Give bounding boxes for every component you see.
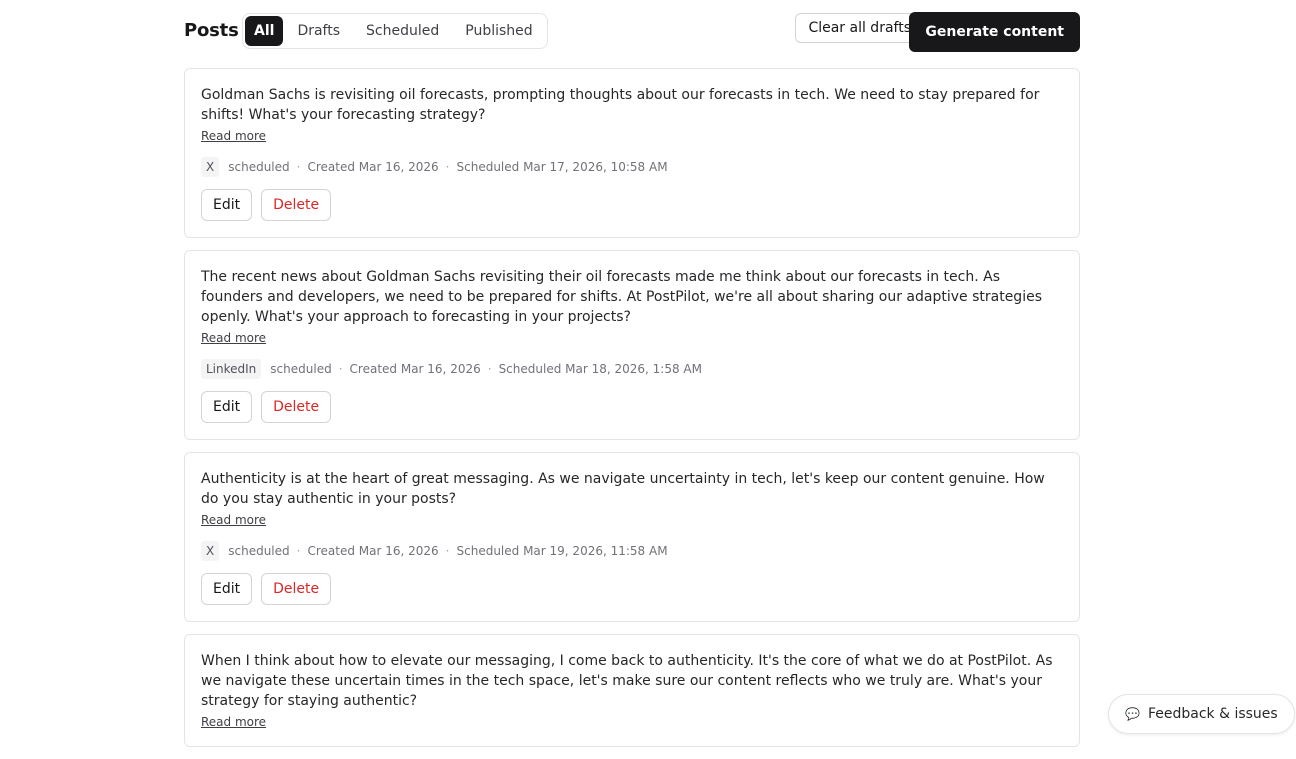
platform-badge: X xyxy=(201,157,220,177)
read-more-link[interactable]: Read more xyxy=(201,331,266,345)
scheduled-date: Scheduled Mar 18, 2026, 1:58 AM xyxy=(498,362,702,376)
feedback-button[interactable]: 💬 Feedback & issues xyxy=(1108,694,1295,734)
post-card: The recent news about Goldman Sachs revi… xyxy=(184,250,1080,440)
platform-badge: X xyxy=(201,541,220,561)
post-card: When I think about how to elevate our me… xyxy=(184,634,1080,747)
read-more-link[interactable]: Read more xyxy=(201,715,266,729)
tab-all[interactable]: All xyxy=(245,16,284,46)
scheduled-date: Scheduled Mar 19, 2026, 11:58 AM xyxy=(456,544,668,558)
read-more-link[interactable]: Read more xyxy=(201,513,266,527)
status-text: scheduled xyxy=(228,544,290,558)
page-title: Posts xyxy=(184,20,239,41)
created-date: Created Mar 16, 2026 xyxy=(307,544,439,558)
delete-button[interactable]: Delete xyxy=(261,391,332,423)
edit-button[interactable]: Edit xyxy=(201,573,253,605)
scheduled-date: Scheduled Mar 17, 2026, 10:58 AM xyxy=(456,160,668,174)
chat-bubble-icon: 💬 xyxy=(1125,707,1140,721)
post-filter-tabs: All Drafts Scheduled Published xyxy=(242,13,548,49)
feedback-label: Feedback & issues xyxy=(1147,706,1278,722)
post-text: The recent news about Goldman Sachs revi… xyxy=(201,269,1042,325)
post-text: When I think about how to elevate our me… xyxy=(201,653,1053,709)
status-text: scheduled xyxy=(228,160,290,174)
post-text: Authenticity is at the heart of great me… xyxy=(201,471,1045,507)
clear-all-drafts-button[interactable]: Clear all drafts xyxy=(795,13,924,43)
edit-button[interactable]: Edit xyxy=(201,391,253,423)
delete-button[interactable]: Delete xyxy=(261,189,332,221)
post-actions: Edit Delete xyxy=(201,391,1063,423)
tab-published[interactable]: Published xyxy=(453,16,544,46)
page-header: Posts All Drafts Scheduled Published Cle… xyxy=(184,0,1080,68)
meta-separator: · xyxy=(445,160,450,174)
meta-separator: · xyxy=(338,362,343,376)
created-date: Created Mar 16, 2026 xyxy=(307,160,439,174)
edit-button[interactable]: Edit xyxy=(201,189,253,221)
post-meta: X scheduled · Created Mar 16, 2026 · Sch… xyxy=(201,157,1063,177)
post-card: Goldman Sachs is revisiting oil forecast… xyxy=(184,68,1080,238)
generate-content-button[interactable]: Generate content xyxy=(909,12,1080,52)
read-more-link[interactable]: Read more xyxy=(201,129,266,143)
post-meta: X scheduled · Created Mar 16, 2026 · Sch… xyxy=(201,541,1063,561)
meta-separator: · xyxy=(296,160,301,174)
post-actions: Edit Delete xyxy=(201,573,1063,605)
meta-separator: · xyxy=(296,544,301,558)
tab-scheduled[interactable]: Scheduled xyxy=(354,16,451,46)
meta-separator: · xyxy=(487,362,492,376)
delete-button[interactable]: Delete xyxy=(261,573,332,605)
status-text: scheduled xyxy=(270,362,332,376)
meta-separator: · xyxy=(445,544,450,558)
post-meta: LinkedIn scheduled · Created Mar 16, 202… xyxy=(201,359,1063,379)
created-date: Created Mar 16, 2026 xyxy=(349,362,481,376)
post-card: Authenticity is at the heart of great me… xyxy=(184,452,1080,622)
platform-badge: LinkedIn xyxy=(201,359,262,379)
main-content: Posts All Drafts Scheduled Published Cle… xyxy=(184,0,1080,759)
tab-drafts[interactable]: Drafts xyxy=(285,16,352,46)
post-text: Goldman Sachs is revisiting oil forecast… xyxy=(201,87,1040,123)
post-actions: Edit Delete xyxy=(201,189,1063,221)
